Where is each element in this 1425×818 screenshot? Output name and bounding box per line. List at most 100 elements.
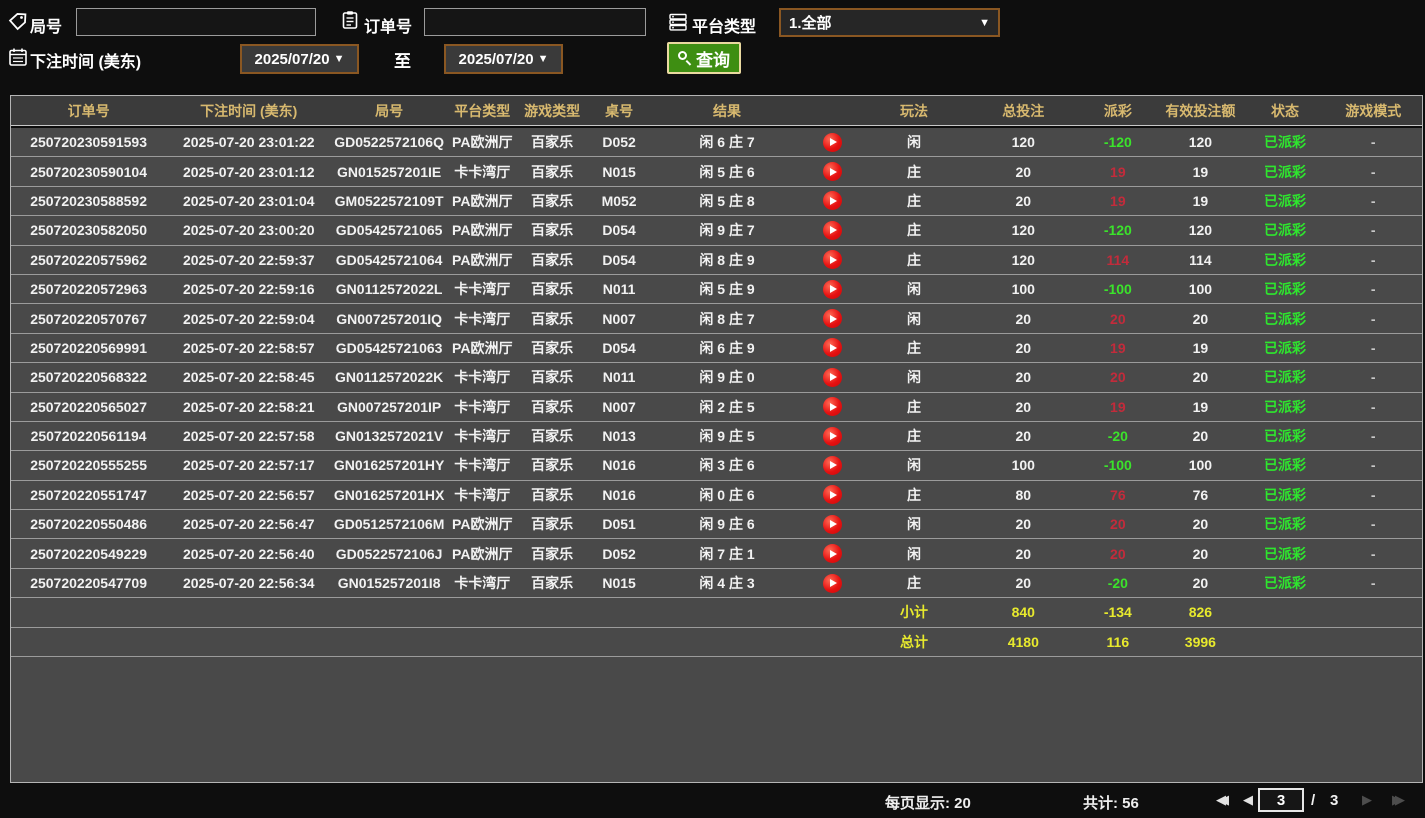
table-row: 2507202205517472025-07-20 22:56:57GN0162…	[11, 481, 1422, 510]
cell-status: 已派彩	[1246, 397, 1325, 417]
play-triangle	[830, 550, 837, 558]
cell-time: 2025-07-20 22:59:37	[166, 252, 331, 268]
replay-play-icon[interactable]	[823, 515, 842, 534]
replay-play-icon[interactable]	[823, 368, 842, 387]
tag-icon	[8, 12, 28, 32]
cell-payout: 76	[1080, 487, 1155, 503]
platform-type-label: 平台类型	[692, 13, 756, 37]
cell-play: 庄	[862, 250, 966, 270]
replay-play-icon[interactable]	[823, 427, 842, 446]
cell-round: GD05425721063	[331, 340, 447, 356]
cell-replay	[803, 397, 862, 416]
next-page-icon[interactable]: ▶	[1362, 792, 1370, 808]
page-number-input[interactable]	[1258, 788, 1304, 812]
prev-page-icon[interactable]: ◀	[1243, 792, 1251, 808]
replay-play-icon[interactable]	[823, 574, 842, 593]
records-table: 订单号下注时间 (美东)局号平台类型游戏类型桌号结果玩法总投注派彩有效投注额状态…	[10, 95, 1423, 783]
cell-table_no: N011	[587, 281, 652, 297]
cell-replay	[803, 574, 862, 593]
cell-total_bet: 20	[966, 575, 1080, 591]
replay-play-icon[interactable]	[823, 250, 842, 269]
cell-payout: 19	[1080, 193, 1155, 209]
calendar-icon	[8, 47, 28, 67]
cell-time: 2025-07-20 23:01:22	[166, 134, 331, 150]
cell-mode: -	[1325, 516, 1422, 532]
last-page-icon[interactable]: ▶▶	[1392, 792, 1405, 808]
cell-replay	[803, 368, 862, 387]
cell-payout: 19	[1080, 340, 1155, 356]
cell-mode: -	[1325, 222, 1422, 238]
cell-time: 2025-07-20 23:01:04	[166, 193, 331, 209]
cell-result: 闲 8 庄 9	[652, 250, 803, 270]
cell-game: 百家乐	[518, 250, 587, 270]
round-input[interactable]	[76, 8, 316, 36]
column-header-valid_bet: 有效投注额	[1155, 101, 1245, 121]
cell-mode: -	[1325, 281, 1422, 297]
replay-play-icon[interactable]	[823, 191, 842, 210]
cell-mode: -	[1325, 546, 1422, 562]
cell-order: 250720220551747	[11, 487, 166, 503]
cell-game: 百家乐	[518, 485, 587, 505]
replay-play-icon[interactable]	[823, 309, 842, 328]
cell-result: 闲 6 庄 7	[652, 132, 803, 152]
pagination-bar: 每页显示: 20 共计: 56 ◀◀ ◀ / 3 ▶ ▶▶	[0, 783, 1425, 818]
cell-payout: 20	[1080, 516, 1155, 532]
cell-replay	[803, 485, 862, 504]
date-to-picker[interactable]: 2025/07/20 ▼	[444, 44, 563, 74]
cell-total_bet: 20	[966, 516, 1080, 532]
cell-order: 250720220555255	[11, 457, 166, 473]
replay-play-icon[interactable]	[823, 280, 842, 299]
play-triangle	[830, 138, 837, 146]
cell-order: 250720230588592	[11, 193, 166, 209]
cell-mode: -	[1325, 193, 1422, 209]
cell-valid_bet: 20	[1155, 516, 1245, 532]
cell-order: 250720230590104	[11, 164, 166, 180]
play-triangle	[830, 256, 837, 264]
order-input[interactable]	[424, 8, 646, 36]
cell-order: 250720220550486	[11, 516, 166, 532]
cell-table_no: N011	[587, 369, 652, 385]
cell-table_no: D052	[587, 546, 652, 562]
date-from-picker[interactable]: 2025/07/20 ▼	[240, 44, 359, 74]
cell-payout: -20	[1080, 575, 1155, 591]
cell-play: 闲	[862, 367, 966, 387]
replay-play-icon[interactable]	[823, 397, 842, 416]
cell-result: 闲 9 庄 5	[652, 426, 803, 446]
cell-replay	[803, 544, 862, 563]
cell-round: GD0522572106J	[331, 546, 447, 562]
cell-valid_bet: 100	[1155, 457, 1245, 473]
replay-play-icon[interactable]	[823, 162, 842, 181]
replay-play-icon[interactable]	[823, 221, 842, 240]
replay-play-icon[interactable]	[823, 456, 842, 475]
search-button[interactable]: 查询	[667, 42, 741, 74]
cell-total_bet: 120	[966, 222, 1080, 238]
cell-valid_bet: 100	[1155, 281, 1245, 297]
platform-type-select[interactable]: 1.全部 ▼	[779, 8, 1000, 37]
cell-payout: 20	[1080, 311, 1155, 327]
cell-status: 已派彩	[1246, 485, 1325, 505]
first-page-icon[interactable]: ◀◀	[1216, 792, 1229, 808]
total-pages-label: 3	[1330, 792, 1338, 809]
clipboard-icon	[340, 10, 360, 30]
cell-platform: PA欧洲厅	[447, 544, 518, 564]
cell-payout: 20	[1080, 369, 1155, 385]
chevron-down-icon: ▼	[538, 53, 549, 65]
cell-total_bet: 20	[966, 428, 1080, 444]
chevron-down-icon: ▼	[979, 17, 990, 29]
cell-round: GD05425721064	[331, 252, 447, 268]
cell-platform: 卡卡湾厅	[447, 426, 518, 446]
replay-play-icon[interactable]	[823, 133, 842, 152]
cell-total_bet: 20	[966, 164, 1080, 180]
summary-payout: -134	[1080, 604, 1155, 620]
column-header-total_bet: 总投注	[966, 101, 1080, 121]
cell-order: 250720220570767	[11, 311, 166, 327]
cell-replay	[803, 162, 862, 181]
replay-play-icon[interactable]	[823, 485, 842, 504]
play-triangle	[830, 520, 837, 528]
replay-play-icon[interactable]	[823, 338, 842, 357]
bet-time-label: 下注时间 (美东)	[30, 48, 141, 72]
cell-round: GN015257201IE	[331, 164, 447, 180]
cell-result: 闲 9 庄 7	[652, 220, 803, 240]
column-header-payout: 派彩	[1080, 101, 1155, 121]
replay-play-icon[interactable]	[823, 544, 842, 563]
